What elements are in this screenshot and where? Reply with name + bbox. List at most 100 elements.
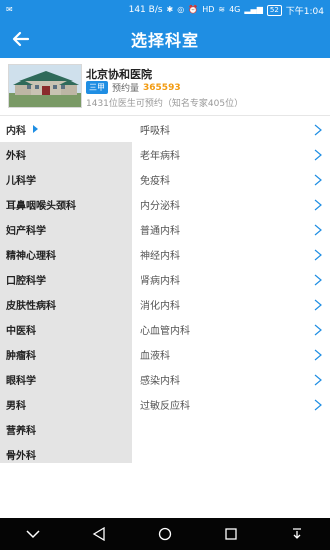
sub-dept-label: 消化内科 bbox=[140, 301, 180, 312]
status-left: ✉ bbox=[6, 6, 13, 14]
triangle-back-icon bbox=[92, 527, 105, 541]
sub-dept-item[interactable]: 肾病内科 bbox=[132, 267, 330, 292]
status-right: 141 B/s ✱ ◎ ⏰ HD ≋ 4G ▂▄▆ 52 下午1:04 bbox=[129, 4, 324, 17]
page-title: 选择科室 bbox=[130, 31, 199, 50]
hospital-doctor-info: 1431位医生可预约（知名专家405位） bbox=[86, 99, 244, 109]
dept-item-tcm[interactable]: 中医科 bbox=[0, 317, 132, 342]
hospital-name: 北京协和医院 bbox=[86, 68, 152, 81]
nav-back-button[interactable] bbox=[87, 522, 111, 546]
signal-type: 4G bbox=[229, 5, 241, 14]
cell-signal-icon: ▂▄▆ bbox=[244, 5, 263, 14]
dept-item-derm[interactable]: 皮肤性病科 bbox=[0, 292, 132, 317]
back-button[interactable] bbox=[6, 24, 36, 54]
nav-recents-button[interactable] bbox=[219, 522, 243, 546]
dept-item-ent[interactable]: 耳鼻咽喉头颈科 bbox=[0, 192, 132, 217]
dept-item-eye[interactable]: 眼科学 bbox=[0, 367, 132, 392]
sub-dept-item[interactable]: 消化内科 bbox=[132, 292, 330, 317]
chevron-right-icon bbox=[312, 374, 324, 386]
circle-home-icon bbox=[158, 527, 172, 541]
sub-dept-label: 肾病内科 bbox=[140, 276, 180, 287]
chevron-right-icon bbox=[312, 274, 324, 286]
chevron-right-icon bbox=[312, 149, 324, 161]
sub-dept-item[interactable]: 老年病科 bbox=[132, 142, 330, 167]
sub-dept-item[interactable]: 过敏反应科 bbox=[132, 392, 330, 417]
sub-dept-label: 血液科 bbox=[140, 351, 170, 362]
square-recents-icon bbox=[225, 528, 237, 540]
dept-label: 营养科 bbox=[6, 426, 36, 437]
sub-dept-item[interactable]: 呼吸科 bbox=[132, 117, 330, 142]
dept-item-andrology[interactable]: 男科 bbox=[0, 392, 132, 417]
department-content: 内科 外科 儿科学 耳鼻咽喉头颈科 妇产科学 精神心理科 口腔科学 皮肤性病科 … bbox=[0, 117, 330, 518]
appointment-label: 预约量 bbox=[112, 84, 140, 94]
dept-label: 口腔科学 bbox=[6, 276, 46, 287]
dept-item-dental[interactable]: 口腔科学 bbox=[0, 267, 132, 292]
sub-dept-label: 内分泌科 bbox=[140, 201, 180, 212]
sub-department-list: 呼吸科 老年病科 免疫科 内分泌科 普通内科 神经内科 肾病内科 消化内科 心血… bbox=[132, 117, 330, 417]
nav-home-button[interactable] bbox=[153, 522, 177, 546]
wifi-icon: ≋ bbox=[218, 5, 226, 14]
chevron-right-icon bbox=[312, 349, 324, 361]
sub-dept-label: 免疫科 bbox=[140, 176, 170, 187]
dept-item-ortho[interactable]: 骨外科 bbox=[0, 442, 132, 467]
sub-dept-item[interactable]: 神经内科 bbox=[132, 242, 330, 267]
sub-dept-item[interactable]: 感染内科 bbox=[132, 367, 330, 392]
chevron-down-icon bbox=[26, 530, 40, 539]
chevron-right-icon bbox=[312, 324, 324, 336]
system-nav-bar bbox=[0, 518, 330, 550]
pull-down-icon bbox=[293, 528, 301, 539]
dept-label: 内科 bbox=[6, 126, 26, 137]
triangle-right-icon bbox=[33, 125, 38, 133]
chevron-right-icon bbox=[312, 299, 324, 311]
hospital-meta: 三甲 预约量 365593 bbox=[86, 81, 181, 94]
department-list: 内科 外科 儿科学 耳鼻咽喉头颈科 妇产科学 精神心理科 口腔科学 皮肤性病科 … bbox=[0, 117, 132, 463]
sub-dept-item[interactable]: 内分泌科 bbox=[132, 192, 330, 217]
dept-label: 中医科 bbox=[6, 326, 36, 337]
sub-dept-item[interactable]: 血液科 bbox=[132, 342, 330, 367]
app-bar: 选择科室 bbox=[0, 20, 330, 58]
notification-icon: ✉ bbox=[6, 5, 13, 14]
sub-dept-item[interactable]: 心血管内科 bbox=[132, 317, 330, 342]
dept-label: 妇产科学 bbox=[6, 226, 46, 237]
dept-item-waike[interactable]: 外科 bbox=[0, 142, 132, 167]
sub-dept-label: 老年病科 bbox=[140, 151, 180, 162]
dept-label: 耳鼻咽喉头颈科 bbox=[6, 201, 76, 212]
sub-dept-item[interactable]: 普通内科 bbox=[132, 217, 330, 242]
network-speed: 141 B/s bbox=[128, 5, 163, 15]
arrow-left-icon bbox=[12, 31, 30, 47]
dept-item-nutrition[interactable]: 营养科 bbox=[0, 417, 132, 442]
collapse-button[interactable] bbox=[21, 522, 45, 546]
sub-dept-label: 心血管内科 bbox=[140, 326, 190, 337]
chevron-right-icon bbox=[312, 174, 324, 186]
hospital-photo bbox=[8, 64, 82, 108]
dept-item-erke[interactable]: 儿科学 bbox=[0, 167, 132, 192]
status-bar: ✉ 141 B/s ✱ ◎ ⏰ HD ≋ 4G ▂▄▆ 52 下午1:04 bbox=[0, 0, 330, 20]
chevron-right-icon bbox=[312, 124, 324, 136]
dept-label: 外科 bbox=[6, 151, 26, 162]
chevron-right-icon bbox=[312, 224, 324, 236]
level-badge: 三甲 bbox=[86, 81, 108, 94]
dept-label: 皮肤性病科 bbox=[6, 301, 56, 312]
dept-label: 骨外科 bbox=[6, 451, 36, 462]
dept-item-neike[interactable]: 内科 bbox=[0, 117, 132, 142]
sub-dept-label: 普通内科 bbox=[140, 226, 180, 237]
chevron-right-icon bbox=[312, 199, 324, 211]
hospital-card[interactable]: 北京协和医院 三甲 预约量 365593 1431位医生可预约（知名专家405位… bbox=[0, 58, 330, 116]
status-time: 下午1:04 bbox=[285, 6, 324, 17]
dept-label: 眼科学 bbox=[6, 376, 36, 387]
alarm-icon: ⏰ bbox=[188, 5, 199, 14]
nav-notification-button[interactable] bbox=[285, 522, 309, 546]
sub-dept-label: 呼吸科 bbox=[140, 126, 170, 137]
dept-label: 肿瘤科 bbox=[6, 351, 36, 362]
battery-icon: 52 bbox=[266, 4, 282, 16]
bluetooth-icon: ✱ bbox=[166, 5, 174, 14]
mute-icon: ◎ bbox=[177, 5, 185, 14]
dept-item-oncology[interactable]: 肿瘤科 bbox=[0, 342, 132, 367]
chevron-right-icon bbox=[312, 249, 324, 261]
dept-label: 儿科学 bbox=[6, 176, 36, 187]
sub-dept-item[interactable]: 免疫科 bbox=[132, 167, 330, 192]
hd-icon: HD bbox=[202, 5, 215, 14]
sub-dept-label: 神经内科 bbox=[140, 251, 180, 262]
dept-item-psych[interactable]: 精神心理科 bbox=[0, 242, 132, 267]
appointment-count: 365593 bbox=[143, 82, 181, 93]
dept-item-obgyn[interactable]: 妇产科学 bbox=[0, 217, 132, 242]
